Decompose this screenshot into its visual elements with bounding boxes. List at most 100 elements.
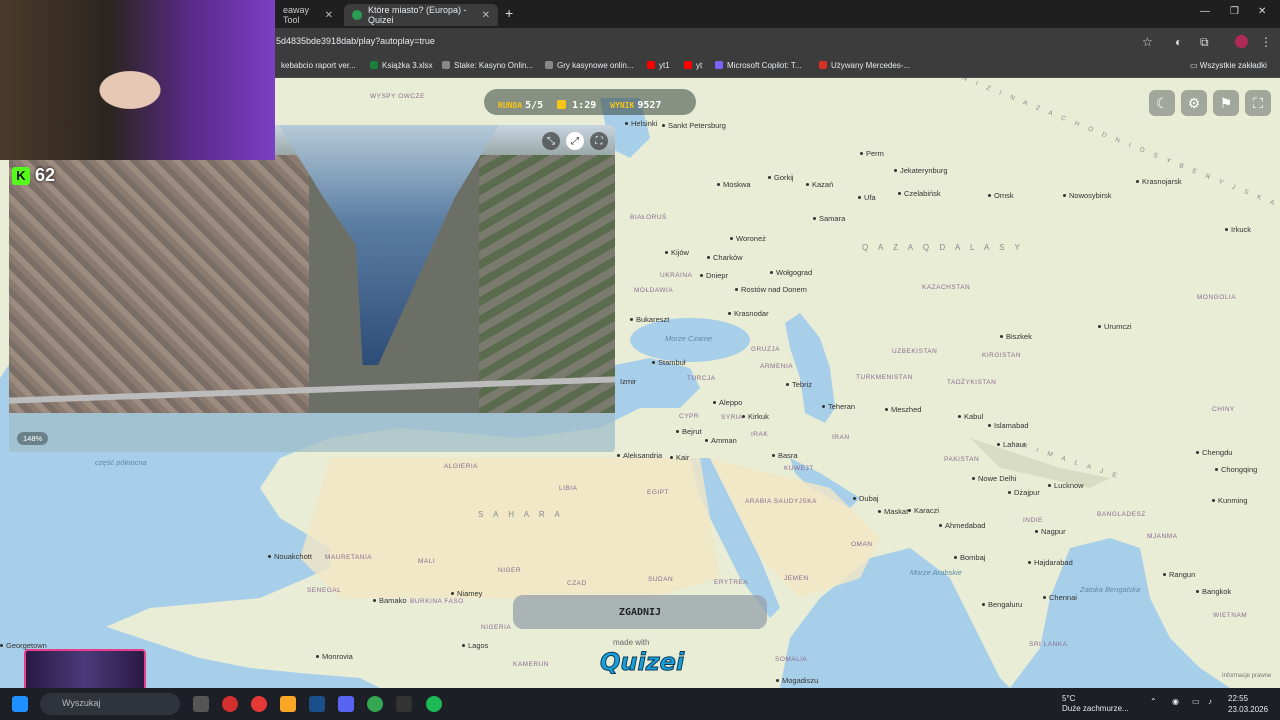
country-label: TURKMENISTAN: [856, 374, 913, 381]
city-label: Chongqing: [1215, 465, 1257, 474]
round-indicator: RUNDA 5/5: [498, 99, 544, 111]
quizei-favicon-icon: [352, 10, 362, 20]
taskbar-search[interactable]: Wyszukaj: [40, 693, 180, 715]
tab-giveaway-tool[interactable]: eaway Tool ✕: [275, 4, 341, 26]
country-label: SRI LANKA: [1029, 641, 1068, 648]
city-label: Lucknow: [1048, 481, 1084, 490]
report-flag-icon[interactable]: ⚑: [1213, 90, 1239, 116]
city-label: Izmir: [620, 377, 637, 386]
city-label: Charków: [707, 253, 743, 262]
country-label: ARABIA SAUDYJSKA: [745, 498, 817, 505]
country-label: KIRGISTAN: [982, 352, 1022, 359]
maximize-icon[interactable]: ❐: [1230, 6, 1239, 17]
kick-logo-icon: K: [12, 166, 30, 185]
bookmark-item[interactable]: Książka 3.xlsx: [370, 61, 433, 70]
city-label: Omsk: [988, 191, 1014, 200]
country-label: BIAŁORUŚ: [630, 214, 667, 221]
close-tab-icon[interactable]: ✕: [482, 10, 490, 21]
chrome-icon[interactable]: [367, 696, 383, 712]
country-label: INDIE: [1023, 517, 1043, 524]
windows-start-icon[interactable]: [12, 696, 28, 712]
city-label: Rangun: [1163, 570, 1195, 579]
expand-icon[interactable]: ⤢: [566, 132, 584, 150]
dark-mode-toggle-icon[interactable]: ☾: [1149, 90, 1175, 116]
all-bookmarks-folder[interactable]: ▭ Wszystkie zakładki: [1190, 61, 1267, 70]
country-label: MAURETANIA: [325, 554, 373, 561]
settings-gear-icon[interactable]: ⚙: [1181, 90, 1207, 116]
bookmark-item[interactable]: Używany Mercedes-...: [819, 61, 910, 70]
city-label: Mogadiszu: [776, 676, 818, 685]
weather-temp[interactable]: 5°C: [1062, 694, 1075, 703]
city-label: Kijów: [665, 248, 689, 257]
otomoto-icon: [819, 61, 827, 69]
network-icon[interactable]: ▭: [1192, 697, 1200, 706]
obs-icon[interactable]: [396, 696, 412, 712]
spotify-icon[interactable]: [426, 696, 442, 712]
city-label: Stambuł: [652, 358, 686, 367]
city-label: Nowosybirsk: [1063, 191, 1112, 200]
quizei-logo[interactable]: Quizei: [599, 648, 684, 677]
discord-icon[interactable]: [338, 696, 354, 712]
opera-icon[interactable]: [222, 696, 238, 712]
city-aerial-photo[interactable]: [9, 125, 615, 413]
guess-button[interactable]: ZGADNIJ: [513, 595, 767, 629]
clock-time[interactable]: 22:55: [1228, 694, 1248, 703]
task-view-icon[interactable]: [193, 696, 209, 712]
menu-kebab-icon[interactable]: ⋮: [1260, 35, 1272, 49]
city-label: Kunming: [1212, 496, 1248, 505]
tab-quizei[interactable]: Które miasto? (Europa) - Quizei ✕: [344, 4, 498, 26]
url-field[interactable]: 5d4835bde3918dab/play?autoplay=true: [276, 36, 435, 46]
city-label: Dubaj: [853, 494, 879, 503]
made-with-label: made with: [613, 638, 650, 647]
city-label: Kabul: [958, 412, 983, 421]
city-label: Teheran: [822, 402, 855, 411]
country-label: PAKISTAN: [944, 456, 980, 463]
tab-label: Które miasto? (Europa) - Quizei: [368, 5, 467, 25]
new-tab-icon[interactable]: +: [505, 5, 513, 21]
country-label: OMAN: [851, 541, 873, 548]
city-label: Aleppo: [713, 398, 742, 407]
game-hud: RUNDA 5/5 1:29 WYNIK 9527: [484, 89, 696, 115]
viewer-number: 62: [35, 165, 56, 185]
minimize-icon[interactable]: —: [1200, 6, 1210, 17]
fullscreen-icon[interactable]: ⛶: [1245, 90, 1271, 116]
close-tab-icon[interactable]: ✕: [325, 10, 333, 21]
city-label: Amman: [705, 436, 737, 445]
extension-icon[interactable]: ◐: [1175, 35, 1182, 49]
city-label: Niamey: [451, 589, 482, 598]
map-attribution[interactable]: Informacje prawne: [1222, 673, 1271, 679]
city-label: Kazań: [806, 180, 833, 189]
sea-label: część północna: [95, 458, 147, 467]
file-explorer-icon[interactable]: [280, 696, 296, 712]
bookmark-item[interactable]: Gry kasynowe onlin...: [545, 61, 633, 70]
bookmark-star-icon[interactable]: ☆: [1142, 35, 1153, 49]
weather-desc[interactable]: Duże zachmurze...: [1062, 704, 1129, 713]
city-label: Helsinki: [625, 119, 657, 128]
bookmark-item[interactable]: Microsoft Copilot: T...: [715, 61, 802, 70]
close-window-icon[interactable]: ✕: [1258, 6, 1266, 17]
country-label: WIETNAM: [1213, 612, 1248, 619]
location-icon[interactable]: ◉: [1172, 697, 1179, 706]
bookmark-item[interactable]: yt1: [647, 61, 670, 70]
tray-chevron-icon[interactable]: ⌃: [1150, 697, 1157, 706]
youtube-icon: [647, 61, 655, 69]
bookmark-item[interactable]: Stake: Kasyno Onlin...: [442, 61, 533, 70]
city-label: Gorkij: [768, 173, 794, 182]
city-label: Bangkok: [1196, 587, 1231, 596]
volume-icon[interactable]: ♪: [1208, 697, 1212, 706]
opera-gx-icon[interactable]: [251, 696, 267, 712]
bookmark-item[interactable]: kebabcio raport ver...: [281, 61, 356, 70]
tab-label: eaway Tool: [283, 5, 310, 25]
country-label: ARMENIA: [760, 363, 794, 370]
sea-label: Morze Arabskie: [910, 568, 962, 577]
steam-icon[interactable]: [309, 696, 325, 712]
shrink-icon[interactable]: ⤡: [542, 132, 560, 150]
profile-avatar[interactable]: [1235, 35, 1248, 48]
country-label: KAMERUN: [513, 661, 550, 668]
clock-date[interactable]: 23.03.2026: [1228, 705, 1268, 714]
bookmark-item[interactable]: yt: [684, 61, 702, 70]
city-label: Bejrut: [676, 427, 702, 436]
fullscreen-photo-icon[interactable]: ⛶: [590, 132, 608, 150]
puzzle-extensions-icon[interactable]: ⧉: [1200, 35, 1209, 50]
city-label: Czelabińsk: [898, 189, 941, 198]
